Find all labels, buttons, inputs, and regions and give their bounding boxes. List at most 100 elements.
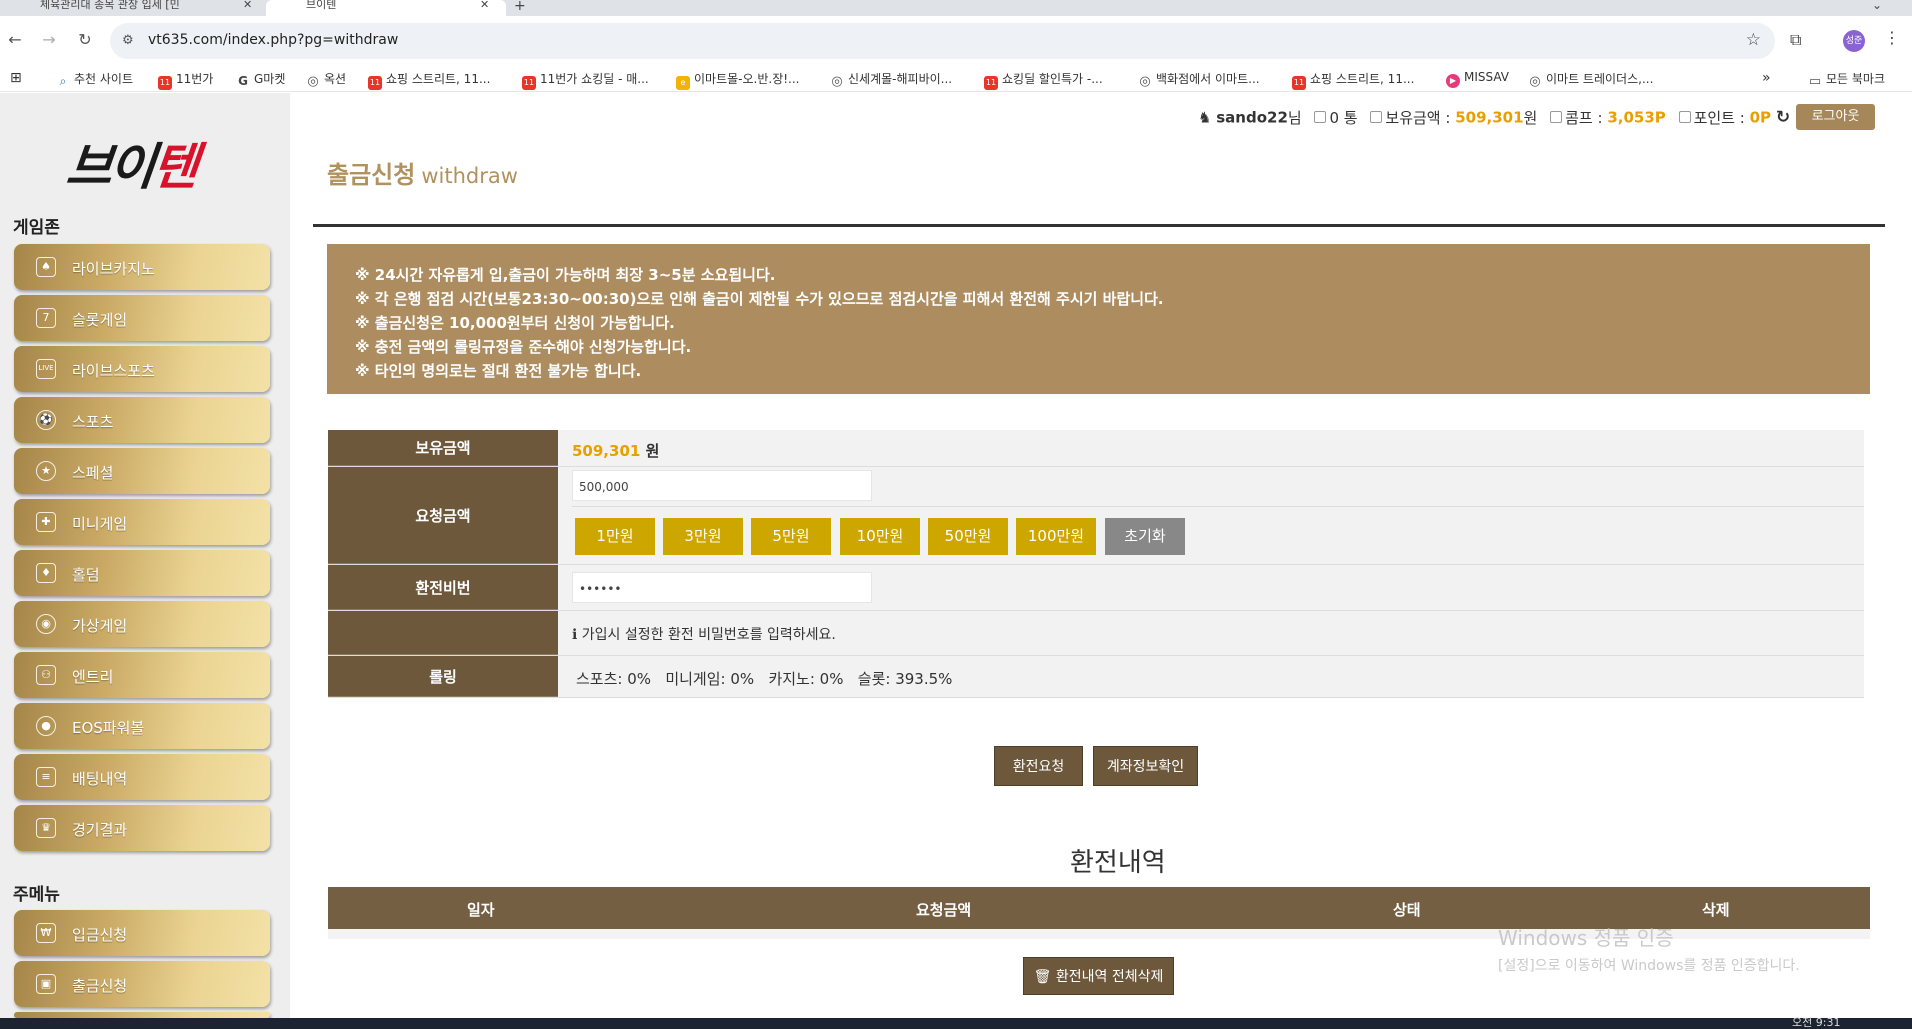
gmarket-icon: G — [236, 74, 250, 88]
bookmark-item[interactable]: ◎ 백화점에서 이마트... — [1138, 70, 1260, 89]
balance-row: 보유금액 509,301 원 — [328, 430, 1864, 467]
profile-avatar[interactable]: 성준 — [1843, 30, 1865, 52]
sidebar-item-mini-game[interactable]: ✚ 미니게임 — [14, 499, 270, 545]
sidebar-item-virtual-game[interactable]: ◉ 가상게임 — [14, 601, 270, 647]
live-icon: LIVE — [36, 359, 56, 379]
all-bookmarks-folder[interactable]: ▭ 모든 북마크 — [1808, 70, 1885, 89]
back-icon[interactable]: ← — [4, 30, 26, 49]
withdraw-request-button[interactable]: 환전요청 — [994, 746, 1083, 786]
gamepad-icon: ✚ — [36, 512, 56, 532]
browser-tab-active[interactable]: 브이텐 — [266, 0, 506, 16]
refresh-icon[interactable]: ↻ — [1776, 108, 1790, 128]
request-label: 요청금액 — [328, 467, 558, 564]
special-icon: ★ — [36, 461, 56, 481]
emart-icon: e — [676, 76, 690, 90]
message-icon[interactable] — [1314, 111, 1327, 123]
url-field[interactable]: ⚙ vt635.com/index.php?pg=withdraw ☆ — [110, 23, 1775, 59]
bookmark-item[interactable]: 11 11번가 — [158, 70, 213, 90]
bookmark-item[interactable]: G G마켓 — [236, 70, 285, 88]
bookmark-item[interactable]: ◎ 옥션 — [306, 70, 346, 89]
sidebar-item-slot[interactable]: 7 슬롯게임 — [14, 295, 270, 341]
notice-box: ※ 24시간 자유롭게 입,출금이 가능하며 최장 3~5분 소요됩니다. ※ … — [327, 244, 1870, 394]
site-info-icon[interactable]: ⚙ — [122, 33, 134, 48]
balance-label: 보유금액 — [328, 430, 558, 466]
close-tab-icon[interactable]: ✕ — [243, 0, 252, 10]
forward-icon[interactable]: → — [38, 30, 60, 49]
site-logo[interactable]: 브이텐 — [63, 127, 200, 199]
window-controls-icon[interactable]: ⌄ — [1872, 0, 1882, 12]
card-icon: ♠ — [36, 257, 56, 277]
extensions-icon[interactable]: ⧉ — [1790, 30, 1801, 50]
sidebar-item-live-casino[interactable]: ♠ 라이브카지노 — [14, 244, 270, 290]
amount-button-group: 1만원 3만원 5만원 10만원 50만원 100만원 초기화 — [575, 518, 1185, 555]
bookmark-item[interactable]: ◎ 이마트 트레이더스,... — [1528, 70, 1653, 89]
sidebar-item-withdraw[interactable]: ▣ 출금신청 — [14, 961, 270, 1007]
logout-button[interactable]: 로그아웃 — [1796, 104, 1875, 130]
add-50000-button[interactable]: 5만원 — [751, 518, 831, 555]
reset-button[interactable]: 초기화 — [1105, 518, 1185, 555]
bookmark-item[interactable]: ▶ MISSAV — [1446, 70, 1509, 88]
account-info-button[interactable]: 계좌정보확인 — [1093, 746, 1198, 786]
sidebar-item-eos-powerball[interactable]: ● EOS파워볼 — [14, 703, 270, 749]
sidebar-item-deposit[interactable]: ₩ 입금신청 — [14, 910, 270, 956]
globe-icon: ◎ — [830, 74, 844, 89]
add-100000-button[interactable]: 10만원 — [840, 518, 920, 555]
password-row: 환전비번 •••••• — [328, 565, 1864, 611]
bookmark-item[interactable]: 11 쇼킹딜 할인특가 -... — [984, 70, 1103, 90]
sidebar-item-entry[interactable]: ⚇ 엔트리 — [14, 652, 270, 698]
bookmarks-bar: ⊞ ⌕ 추천 사이트 11 11번가 G G마켓 ◎ 옥션 11 쇼핑 스트리트, 11.… — [0, 66, 1912, 92]
bookmark-item[interactable]: ⌕ 추천 사이트 — [56, 70, 133, 88]
bookmark-item[interactable]: e 이마트몰-오.반.장!... — [676, 70, 800, 90]
point-icon — [1678, 111, 1691, 123]
bookmark-item[interactable]: 11 11번가 쇼킹딜 - 매... — [522, 70, 649, 90]
sidebar-item-sports[interactable]: ⚽ 스포츠 — [14, 397, 270, 443]
soccer-ball-icon: ⚽ — [36, 410, 56, 430]
globe-icon: ◎ — [1138, 74, 1152, 89]
windows-taskbar: 오전 9:31 — [0, 1016, 1912, 1029]
trophy-icon: ♛ — [36, 818, 56, 838]
password-hint-row: ℹ 가입시 설정한 환전 비밀번호를 입력하세요. — [328, 611, 1864, 656]
col-date: 일자 — [467, 901, 495, 919]
sidebar-item-holdem[interactable]: ♦ 홀덤 — [14, 550, 270, 596]
sidebar-item-special[interactable]: ★ 스페셜 — [14, 448, 270, 494]
close-tab-icon[interactable]: ✕ — [480, 0, 489, 10]
sidebar-item-live-sports[interactable]: LIVE 라이브스포츠 — [14, 346, 270, 392]
more-bookmarks-icon[interactable]: » — [1762, 70, 1771, 86]
apps-grid-icon[interactable]: ⊞ — [10, 70, 22, 86]
password-label: 환전비번 — [328, 565, 558, 610]
browser-tab[interactable]: 체육관리대 종목 관장 입세 [민 — [0, 0, 262, 16]
11st-icon: 11 — [522, 76, 536, 90]
password-input[interactable]: •••••• — [572, 572, 872, 603]
bookmark-item[interactable]: 11 쇼핑 스트리트, 11... — [1292, 70, 1414, 90]
sidebar-item-betting-history[interactable]: ≡ 배팅내역 — [14, 754, 270, 800]
11st-icon: 11 — [1292, 76, 1306, 90]
add-1000000-button[interactable]: 100만원 — [1016, 518, 1096, 555]
bookmark-item[interactable]: ◎ 신세계몰-해피바이... — [830, 70, 952, 89]
empty-label — [328, 611, 558, 655]
delete-all-history-button[interactable]: 🗑 환전내역 전체삭제 — [1023, 957, 1174, 995]
message-count[interactable]: 0 통 — [1329, 109, 1357, 127]
info-icon: ℹ — [572, 627, 578, 643]
sidebar-item-match-results[interactable]: ♛ 경기결과 — [14, 805, 270, 851]
globe-icon: ◎ — [1528, 74, 1542, 89]
request-amount-input[interactable]: 500,000 — [572, 470, 872, 501]
url-text[interactable]: vt635.com/index.php?pg=withdraw — [148, 32, 398, 48]
sidebar: 브이텐 게임존 ♠ 라이브카지노 7 슬롯게임 LIVE 라이브스포츠 ⚽ 스포츠 ★ 스… — [0, 93, 290, 1018]
notice-line: ※ 24시간 자유롭게 입,출금이 가능하며 최장 3~5분 소요됩니다. — [355, 266, 776, 284]
request-row: 요청금액 500,000 1만원 3만원 5만원 10만원 50만원 100만원… — [328, 467, 1864, 565]
comp-icon — [1550, 111, 1563, 123]
powerball-icon: ● — [36, 716, 56, 736]
user-info-bar: ♞ sando22님 0 통 보유금액 : 509,301원 콤프 : 3,05… — [1198, 107, 1791, 128]
new-tab-icon[interactable]: + — [514, 0, 526, 14]
bookmark-item[interactable]: 11 쇼핑 스트리트, 11... — [368, 70, 490, 90]
add-500000-button[interactable]: 50만원 — [928, 518, 1008, 555]
reload-icon[interactable]: ↻ — [74, 30, 96, 49]
browser-menu-icon[interactable]: ⋮ — [1884, 28, 1900, 47]
notice-line: ※ 타인의 명의로는 절대 환전 불가능 합니다. — [355, 362, 642, 380]
entry-icon: ⚇ — [36, 665, 56, 685]
add-30000-button[interactable]: 3만원 — [663, 518, 743, 555]
globe-icon: ◎ — [306, 74, 320, 89]
add-10000-button[interactable]: 1만원 — [575, 518, 655, 555]
address-bar-row: ← → ↻ ⚙ vt635.com/index.php?pg=withdraw … — [0, 16, 1912, 66]
bookmark-star-icon[interactable]: ☆ — [1746, 30, 1761, 50]
